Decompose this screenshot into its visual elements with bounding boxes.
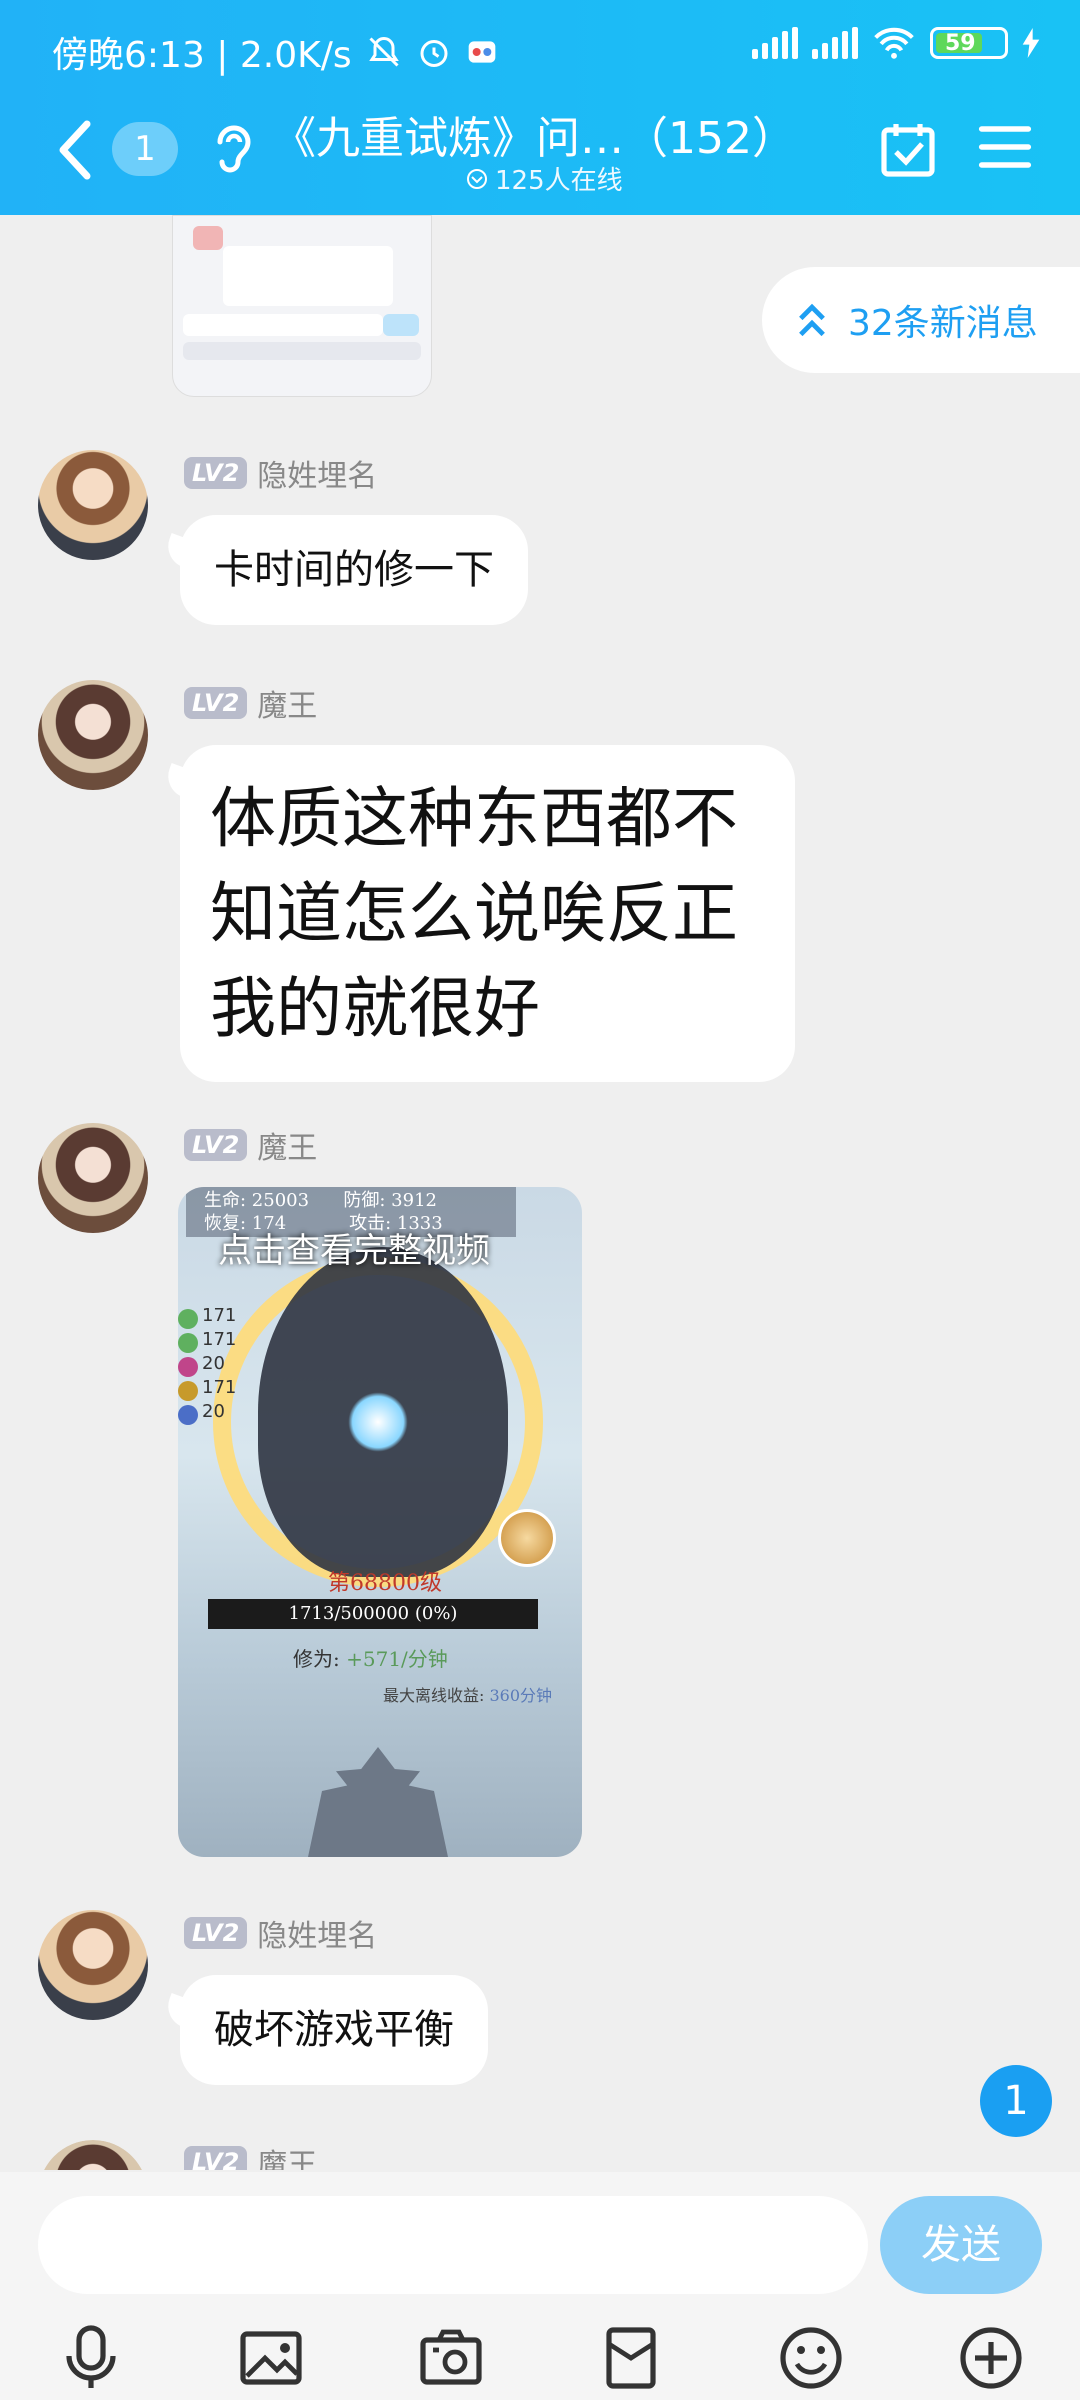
send-button[interactable]: 发送 <box>880 2196 1042 2294</box>
level-badge: LV2 <box>184 1129 248 1161</box>
orb-icon <box>178 1357 198 1377</box>
sender-label: 魔王 <box>257 689 318 724</box>
online-count: 125人在线 <box>465 160 623 197</box>
chat-area[interactable]: 32条新消息 LV2 隐姓埋名 卡时间的修一下 LV2 魔王 体质这种东西都不知… <box>0 215 1080 2170</box>
orb-icon <box>178 1309 198 1329</box>
plus-icon[interactable] <box>955 2322 1027 2394</box>
orb-value: 20 <box>202 1353 225 1374</box>
mute-bell-icon <box>368 36 399 67</box>
level-badge: LV2 <box>184 687 248 719</box>
input-area: 发送 <box>0 2172 1080 2400</box>
camera-icon[interactable] <box>415 2322 487 2394</box>
unread-count-badge[interactable]: 1 <box>112 122 178 176</box>
ear-icon[interactable] <box>212 118 252 178</box>
back-icon[interactable] <box>55 120 95 180</box>
orb-icon <box>178 1333 198 1353</box>
online-icon <box>467 168 487 189</box>
new-messages-label: 32条新消息 <box>848 303 1038 344</box>
temple-silhouette <box>308 1747 448 1857</box>
stat-def: 防御: 3912 <box>343 1190 437 1211</box>
offline-gain-label: 最大离线收益: <box>383 1686 485 1705</box>
level-text: 第68800级 <box>328 1571 442 1596</box>
offline-gain-value: 360分钟 <box>489 1686 553 1705</box>
red-packet-icon[interactable] <box>595 2322 667 2394</box>
toolbar <box>0 2314 1080 2400</box>
status-icons: 59 <box>752 26 1040 60</box>
status-bar: 傍晚6:13 | 2.0K/s <box>52 26 498 78</box>
emoji-icon[interactable] <box>775 2322 847 2394</box>
image-icon[interactable] <box>235 2322 307 2394</box>
avatar[interactable] <box>38 1123 148 1233</box>
status-time: 傍晚6:13 | 2.0K/s <box>52 35 352 76</box>
new-messages-button[interactable]: 32条新消息 <box>762 267 1080 373</box>
level-badge: LV2 <box>184 1917 248 1949</box>
orb-icon <box>178 1381 198 1401</box>
sender-name: LV2 隐姓埋名 <box>184 451 377 495</box>
sender-label: 魔王 <box>257 1131 318 1166</box>
level-badge: LV2 <box>184 2146 248 2170</box>
character-badge-icon <box>498 1509 556 1567</box>
cultivation-value: +571/分钟 <box>346 1647 448 1671</box>
game-app-icon <box>468 41 495 63</box>
avatar[interactable] <box>38 680 148 790</box>
message-bubble[interactable]: 破坏游戏平衡 <box>180 1975 488 2085</box>
light-orb <box>348 1392 408 1452</box>
calendar-check-icon[interactable] <box>878 120 938 180</box>
microphone-icon[interactable] <box>55 2322 127 2394</box>
online-label: 125人在线 <box>495 166 623 196</box>
cultivation-label: 修为: <box>293 1647 340 1671</box>
stat-hp: 生命: 25003 <box>204 1190 310 1211</box>
top-bar: 傍晚6:13 | 2.0K/s 59 1 《九重试炼》问…（152） 125人在… <box>0 0 1080 215</box>
battery-icon: 59 <box>930 27 1008 59</box>
menu-icon[interactable] <box>978 122 1032 172</box>
avatar[interactable] <box>38 450 148 560</box>
message-bubble[interactable]: 体质这种东西都不知道怎么说唉反正我的就很好 <box>180 745 795 1082</box>
sender-label: 隐姓埋名 <box>257 1919 378 1954</box>
orb-value: 20 <box>202 1401 225 1422</box>
chat-title[interactable]: 《九重试炼》问…（152） <box>272 102 796 166</box>
signal-icon <box>752 27 798 59</box>
orb-value: 171 <box>202 1305 237 1326</box>
sender-label: 魔王 <box>257 2148 318 2170</box>
sender-name: LV2 魔王 <box>184 1123 317 1167</box>
floating-unread-badge[interactable]: 1 <box>980 2065 1052 2137</box>
progress-bar: 1713/500000 (0%) <box>208 1599 538 1629</box>
alarm-icon <box>420 40 448 67</box>
orb-icon <box>178 1405 198 1425</box>
message-bubble[interactable]: 卡时间的修一下 <box>180 515 528 625</box>
wifi-icon <box>874 27 914 59</box>
video-message[interactable]: 生命: 25003 防御: 3912 恢复: 174 攻击: 1333 点击查看… <box>178 1187 582 1857</box>
level-badge: LV2 <box>184 457 248 489</box>
nav-row: 1 《九重试炼》问…（152） 125人在线 <box>0 100 1080 200</box>
cultivation-rate: 修为: +571/分钟 <box>293 1643 448 1672</box>
message-input[interactable] <box>38 2196 868 2294</box>
charging-icon <box>1022 28 1040 58</box>
orb-value: 171 <box>202 1329 237 1350</box>
offline-gain: 最大离线收益: 360分钟 <box>383 1682 552 1706</box>
video-caption: 点击查看完整视频 <box>218 1231 490 1271</box>
avatar[interactable] <box>38 1910 148 2020</box>
orb-value: 171 <box>202 1377 237 1398</box>
sender-name: LV2 魔王 <box>184 681 317 725</box>
sender-name: LV2 隐姓埋名 <box>184 1911 377 1955</box>
sender-name: LV2 魔王 <box>184 2140 317 2170</box>
image-message-thumbnail[interactable] <box>172 215 432 397</box>
battery-level: 59 <box>945 30 976 56</box>
avatar[interactable] <box>38 2140 148 2170</box>
double-chevron-up-icon <box>799 303 825 337</box>
signal-hd-icon <box>812 27 858 59</box>
sender-label: 隐姓埋名 <box>257 459 378 494</box>
